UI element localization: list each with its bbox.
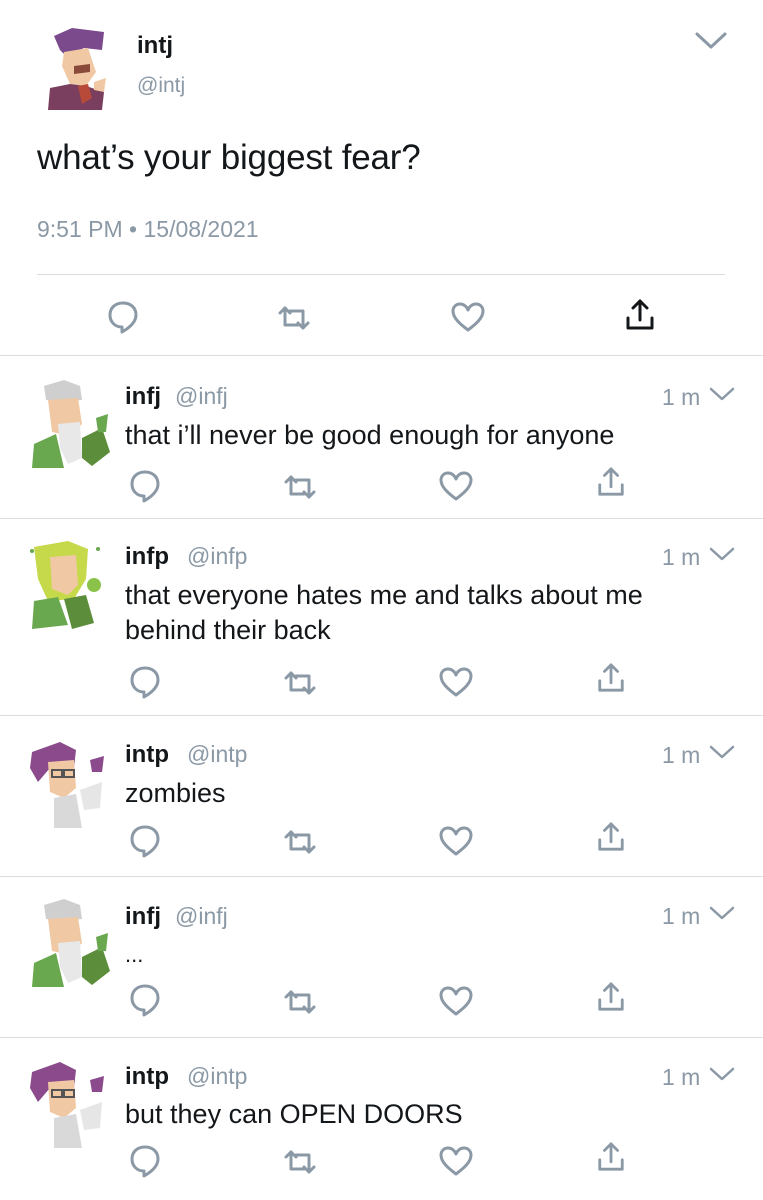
reply-text: but they can OPEN DOORS — [125, 1099, 463, 1129]
intp-avatar[interactable] — [24, 738, 108, 830]
reply-timestamp[interactable]: 1 m — [662, 544, 700, 571]
chevron-down-icon[interactable] — [708, 905, 736, 923]
reply-tweet: intp @intp 1 m zombies — [0, 716, 763, 877]
main-author-name[interactable]: intj — [137, 32, 173, 60]
chevron-down-icon[interactable] — [708, 546, 736, 564]
intp-avatar[interactable] — [24, 1058, 108, 1150]
like-icon[interactable] — [438, 986, 474, 1016]
share-icon[interactable] — [624, 298, 656, 332]
main-tweet-text: what’s your biggest fear? — [37, 138, 421, 177]
chevron-down-icon[interactable] — [708, 1066, 736, 1084]
reply-icon[interactable] — [129, 1144, 161, 1178]
reply-tweet: intp @intp 1 m but they can OPEN DOORS — [0, 1038, 763, 1200]
like-icon[interactable] — [438, 826, 474, 856]
reply-icon[interactable] — [129, 469, 161, 503]
reply-tweet: infp @infp 1 m that everyone hates me an… — [0, 519, 763, 716]
reply-icon[interactable] — [129, 665, 161, 699]
retweet-icon[interactable] — [282, 987, 318, 1017]
divider — [37, 274, 725, 275]
reply-author-name[interactable]: intp — [125, 1063, 169, 1091]
reply-text: that everyone hates me and talks about m… — [125, 580, 643, 645]
share-icon[interactable] — [596, 981, 626, 1013]
share-icon[interactable] — [596, 821, 626, 853]
reply-author-name[interactable]: infj — [125, 903, 161, 931]
retweet-icon[interactable] — [276, 303, 312, 333]
reply-author-handle[interactable]: @intp — [187, 1063, 247, 1090]
reply-timestamp[interactable]: 1 m — [662, 903, 700, 930]
intj-avatar[interactable] — [44, 26, 120, 110]
like-icon[interactable] — [450, 302, 486, 332]
reply-text: that i’ll never be good enough for anyon… — [125, 420, 615, 450]
share-icon[interactable] — [596, 1141, 626, 1173]
infj-avatar[interactable] — [30, 897, 112, 989]
like-icon[interactable] — [438, 471, 474, 501]
reply-icon[interactable] — [129, 824, 161, 858]
reply-text: ... — [125, 942, 144, 967]
share-icon[interactable] — [596, 466, 626, 498]
reply-author-name[interactable]: infj — [125, 383, 161, 411]
reply-author-handle[interactable]: @infj — [175, 383, 228, 410]
reply-icon[interactable] — [129, 983, 161, 1017]
share-icon[interactable] — [596, 662, 626, 694]
chevron-down-icon[interactable] — [708, 744, 736, 762]
chevron-down-icon[interactable] — [708, 386, 736, 404]
retweet-icon[interactable] — [282, 472, 318, 502]
retweet-icon[interactable] — [282, 668, 318, 698]
infp-avatar[interactable] — [28, 539, 110, 631]
reply-text: zombies — [125, 778, 226, 808]
chevron-down-icon[interactable] — [694, 30, 728, 52]
reply-tweet: infj @infj 1 m that i’ll never be good e… — [0, 356, 763, 519]
reply-author-name[interactable]: infp — [125, 543, 169, 571]
main-author-handle[interactable]: @intj — [137, 74, 185, 98]
retweet-icon[interactable] — [282, 1147, 318, 1177]
reply-author-handle[interactable]: @intp — [187, 741, 247, 768]
infj-avatar[interactable] — [30, 378, 112, 470]
main-tweet-timestamp[interactable]: 9:51 PM • 15/08/2021 — [37, 216, 259, 243]
reply-timestamp[interactable]: 1 m — [662, 742, 700, 769]
reply-author-name[interactable]: intp — [125, 741, 169, 769]
reply-tweet: infj @infj 1 m ... — [0, 877, 763, 1038]
like-icon[interactable] — [438, 667, 474, 697]
reply-timestamp[interactable]: 1 m — [662, 1064, 700, 1091]
like-icon[interactable] — [438, 1146, 474, 1176]
reply-timestamp[interactable]: 1 m — [662, 384, 700, 411]
reply-icon[interactable] — [107, 300, 139, 334]
retweet-icon[interactable] — [282, 827, 318, 857]
reply-author-handle[interactable]: @infj — [175, 903, 228, 930]
reply-author-handle[interactable]: @infp — [187, 543, 247, 570]
